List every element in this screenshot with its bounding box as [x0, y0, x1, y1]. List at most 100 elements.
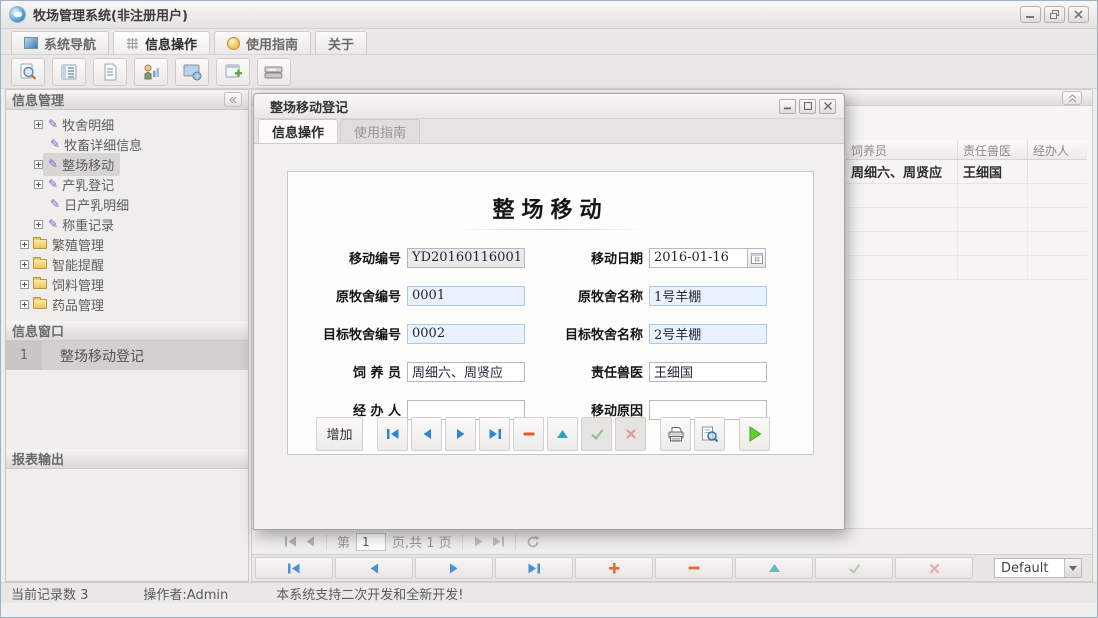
- report-output-area: [6, 469, 248, 559]
- preset-dropdown[interactable]: Default: [994, 558, 1082, 578]
- expand-icon[interactable]: [20, 260, 29, 269]
- monitor-button[interactable]: [175, 58, 209, 86]
- add-button[interactable]: 增加: [316, 417, 363, 451]
- tree-item-daily-milk[interactable]: ✎ 日产乳明细: [6, 194, 248, 214]
- move-id-field[interactable]: [407, 248, 525, 268]
- dialog-tab-info-ops[interactable]: 信息操作: [258, 119, 338, 143]
- dialog-maximize-button[interactable]: [799, 99, 816, 114]
- edit-record-button[interactable]: [547, 417, 578, 451]
- info-window-item[interactable]: 1 整场移动登记: [6, 341, 248, 370]
- collapse-panel-button[interactable]: [224, 92, 242, 107]
- expand-icon[interactable]: [20, 300, 29, 309]
- vet-field[interactable]: [649, 362, 767, 382]
- report-list-button[interactable]: [52, 58, 86, 86]
- expand-icon[interactable]: [20, 240, 29, 249]
- title-bar: 牧场管理系统(非注册用户): [1, 1, 1097, 29]
- dialog-title-bar[interactable]: 整场移动登记: [254, 94, 844, 119]
- user-chart-button[interactable]: [134, 58, 168, 86]
- table-row[interactable]: 周细六、周贤应 王细国: [846, 160, 1087, 184]
- first-record-button[interactable]: [377, 417, 408, 451]
- tree-item-whole-move[interactable]: ✎ 整场移动: [6, 154, 248, 174]
- edit-record-icon: [556, 429, 569, 439]
- minimize-button[interactable]: [1020, 6, 1041, 23]
- tree-item-milk-register[interactable]: ✎ 产乳登记: [6, 174, 248, 194]
- refresh-icon[interactable]: [526, 535, 540, 549]
- expand-icon[interactable]: [34, 120, 43, 129]
- restore-button[interactable]: [1044, 6, 1065, 23]
- move-date-field[interactable]: [649, 248, 748, 268]
- first-record-icon: [287, 563, 301, 574]
- delete-record-button[interactable]: [513, 417, 544, 451]
- tree-item-weighing[interactable]: ✎ 称重记录: [6, 214, 248, 234]
- column-header-vet[interactable]: 责任兽医: [958, 140, 1028, 159]
- tool-icon: ✎: [48, 157, 58, 171]
- post-record-button[interactable]: [581, 417, 612, 451]
- restore-icon: [1050, 10, 1060, 20]
- separator: [515, 534, 516, 550]
- run-button[interactable]: [739, 417, 770, 451]
- prev-record-button[interactable]: [411, 417, 442, 451]
- src-barn-name-field[interactable]: [649, 286, 767, 306]
- expand-icon[interactable]: [34, 180, 43, 189]
- next-record-button[interactable]: [445, 417, 476, 451]
- tree-item-feed[interactable]: 饲料管理: [6, 274, 248, 294]
- nav-prev-button[interactable]: [335, 557, 413, 579]
- tree-item-breeding[interactable]: 繁殖管理: [6, 234, 248, 254]
- expand-icon[interactable]: [20, 280, 29, 289]
- page-number-input[interactable]: [356, 533, 386, 551]
- feeder-field[interactable]: [407, 362, 525, 382]
- prev-page-icon[interactable]: [304, 536, 316, 547]
- close-button[interactable]: [1068, 6, 1089, 23]
- src-barn-id-field[interactable]: [407, 286, 525, 306]
- dialog-minimize-button[interactable]: [779, 99, 796, 114]
- records-table: 饲养员 责任兽医 经办人 周细六、周贤应 王细国: [846, 140, 1087, 280]
- tree-item-smart-remind[interactable]: 智能提醒: [6, 254, 248, 274]
- document-button[interactable]: [93, 58, 127, 86]
- new-window-button[interactable]: [216, 58, 250, 86]
- menu-tab-system-nav[interactable]: 系统导航: [11, 31, 109, 54]
- menu-tab-guide[interactable]: 使用指南: [214, 31, 311, 54]
- collapse-up-button[interactable]: [1062, 91, 1082, 105]
- tree-item-medicine[interactable]: 药品管理: [6, 294, 248, 314]
- last-record-button[interactable]: [479, 417, 510, 451]
- nav-last-button[interactable]: [495, 557, 573, 579]
- nav-add-button[interactable]: [575, 557, 653, 579]
- expand-icon[interactable]: [34, 220, 43, 229]
- nav-first-button[interactable]: [255, 557, 333, 579]
- nav-next-button[interactable]: [415, 557, 493, 579]
- nav-cancel-button[interactable]: [895, 557, 973, 579]
- nav-edit-button[interactable]: [735, 557, 813, 579]
- dialog-close-button[interactable]: [819, 99, 836, 114]
- nav-delete-button[interactable]: [655, 557, 733, 579]
- expand-icon[interactable]: [34, 160, 43, 169]
- menu-tab-info-ops[interactable]: 信息操作: [113, 31, 210, 54]
- system-nav-icon: [24, 37, 38, 49]
- search-button[interactable]: [11, 58, 45, 86]
- next-page-icon[interactable]: [473, 536, 485, 547]
- print-button[interactable]: [660, 417, 691, 451]
- preset-value: Default: [1001, 561, 1049, 576]
- cancel-record-button[interactable]: [615, 417, 646, 451]
- dst-barn-name-field[interactable]: [649, 324, 767, 344]
- dst-barn-id-field[interactable]: [407, 324, 525, 344]
- cancel-icon: [625, 428, 637, 440]
- tree-item-barn-detail[interactable]: ✎ 牧舍明细: [6, 114, 248, 134]
- archive-button[interactable]: [257, 58, 291, 86]
- folder-icon: [33, 259, 47, 269]
- nav-post-button[interactable]: [815, 557, 893, 579]
- tree-item-livestock-detail[interactable]: ✎ 牧畜详细信息: [6, 134, 248, 154]
- dialog-tab-guide[interactable]: 使用指南: [340, 119, 420, 143]
- cancel-icon: [929, 563, 940, 574]
- menu-tab-about[interactable]: 关于: [315, 31, 367, 54]
- column-header-feeder[interactable]: 饲养员: [846, 140, 958, 159]
- date-picker-button[interactable]: [748, 248, 766, 268]
- folder-icon: [33, 299, 47, 309]
- column-header-handler[interactable]: 经办人: [1028, 140, 1083, 159]
- next-record-icon: [455, 428, 467, 440]
- whole-move-dialog: 整场移动登记 信息操作 使用指南 整场移动 移动编号 移动日期: [253, 93, 845, 530]
- first-page-icon[interactable]: [284, 536, 298, 547]
- preview-button[interactable]: [694, 417, 725, 451]
- tree-item-label: 产乳登记: [62, 175, 114, 194]
- menu-tab-label: 信息操作: [145, 34, 197, 53]
- last-page-icon[interactable]: [491, 536, 505, 547]
